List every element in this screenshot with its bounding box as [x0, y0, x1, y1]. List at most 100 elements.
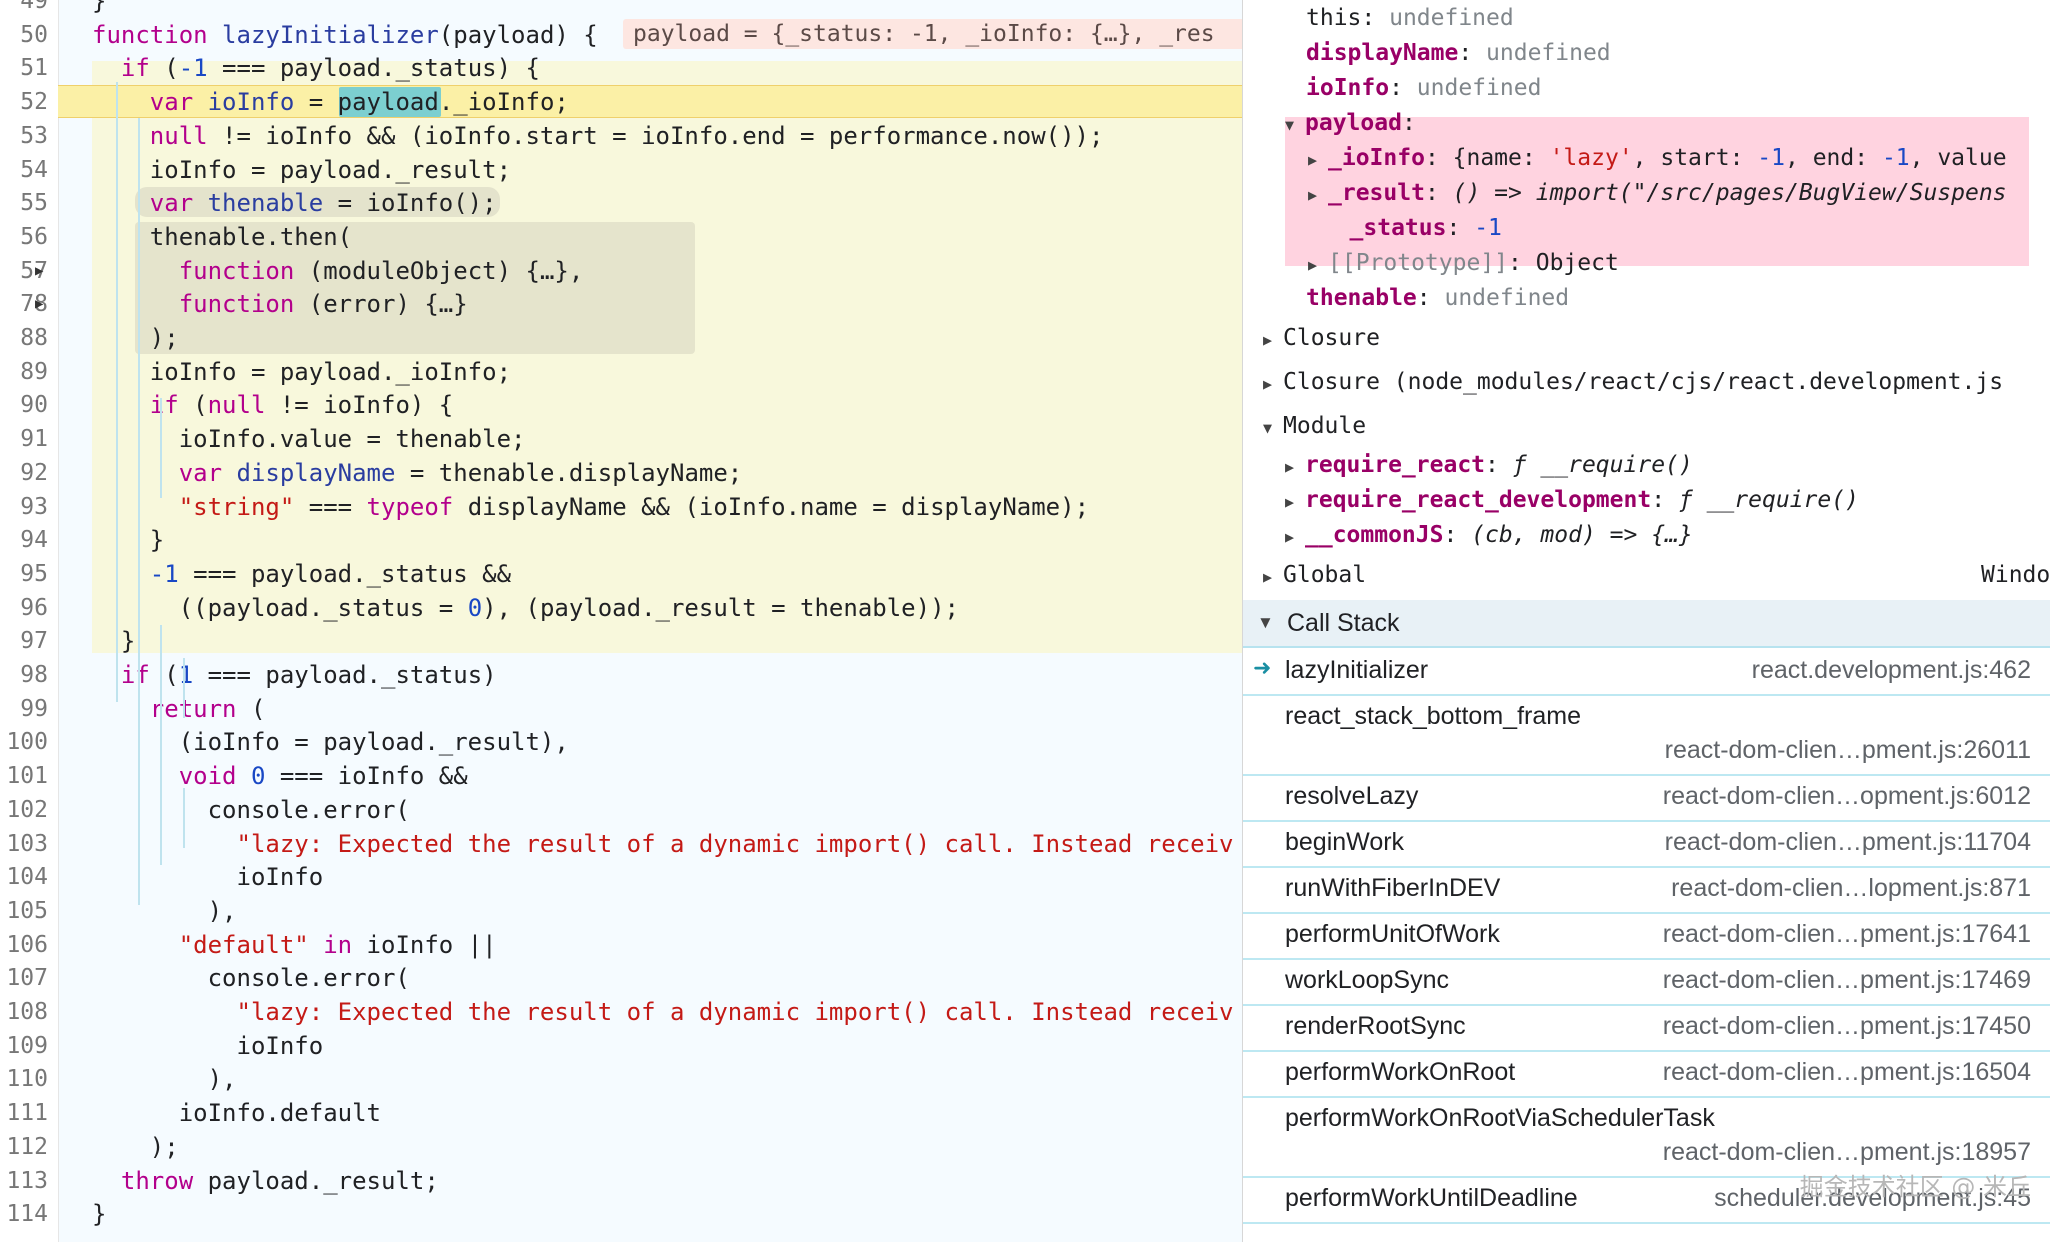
callstack-frame[interactable]: performUnitOfWork react-dom-clien…pment.j… — [1243, 912, 2050, 960]
line-number[interactable]: 108 — [0, 995, 48, 1029]
line-number[interactable]: 92 — [0, 456, 48, 490]
code-line[interactable]: 104 ioInfo — [0, 860, 1242, 894]
line-number[interactable]: 104 — [0, 860, 48, 894]
line-number[interactable]: 109 — [0, 1029, 48, 1063]
line-number[interactable]: 111 — [0, 1096, 48, 1130]
code-line[interactable]: 94 } — [0, 523, 1242, 557]
code-line[interactable]: 90 if (null != ioInfo) { — [0, 388, 1242, 422]
code-line[interactable]: 107 console.error( — [0, 961, 1242, 995]
callstack-header[interactable]: ▼ Call Stack — [1243, 600, 2050, 648]
line-number[interactable]: 90 — [0, 388, 48, 422]
code-line[interactable]: 103 "lazy: Expected the result of a dyna… — [0, 827, 1242, 861]
code-editor[interactable]: payload = {_status: -1, _ioInfo: {…}, _r… — [0, 0, 1242, 1242]
chevron-right-icon[interactable]: ▶ — [1308, 248, 1328, 282]
line-number[interactable]: 107 — [0, 961, 48, 995]
code-line[interactable]: 54 ioInfo = payload._result; — [0, 153, 1242, 187]
code-line[interactable]: 89 ioInfo = payload._ioInfo; — [0, 355, 1242, 389]
callstack-frame[interactable]: performWorkOnRoot react-dom-clien…pment.j… — [1243, 1050, 2050, 1098]
module-property[interactable]: ▶ __commonJS: (cb, mod) => {…} — [1285, 518, 1693, 552]
scope-closure[interactable]: ▶ Closure (node_modules/react/cjs/react.d… — [1263, 365, 2003, 399]
chevron-right-icon[interactable]: ▶ — [1308, 178, 1328, 212]
callstack-frame[interactable]: ➜ lazyInitializer react.development.js:462 — [1243, 648, 2050, 696]
line-number[interactable]: 113 — [0, 1164, 48, 1198]
code-line[interactable]: 93 "string" === typeof displayName && (i… — [0, 490, 1242, 524]
callstack-frame[interactable]: react_stack_bottom_frame react-dom-clien…… — [1243, 694, 2050, 776]
line-number[interactable]: 95 — [0, 557, 48, 591]
line-number[interactable]: 54 — [0, 153, 48, 187]
code-line[interactable]: 53 null != ioInfo && (ioInfo.start = ioI… — [0, 119, 1242, 153]
scope-module[interactable]: ▼ Module — [1263, 409, 1366, 443]
line-number[interactable]: 51 — [0, 51, 48, 85]
line-number[interactable]: 49 — [0, 0, 48, 18]
payload-property[interactable]: ▶ [[Prototype]]: Object — [1308, 246, 1619, 280]
code-line[interactable]: 113 throw payload._result; — [0, 1164, 1242, 1198]
scope-variable[interactable]: ioInfo: undefined — [1306, 71, 1541, 105]
chevron-right-icon[interactable]: ▶ — [1263, 560, 1283, 594]
code-line[interactable]: 100 (ioInfo = payload._result), — [0, 725, 1242, 759]
line-number[interactable]: 97 — [0, 624, 48, 658]
fold-expand-icon[interactable]: ▶ — [35, 254, 43, 288]
code-line[interactable]: 98 if (1 === payload._status) — [0, 658, 1242, 692]
code-line[interactable]: 49} — [0, 0, 1242, 18]
code-line[interactable]: 96 ((payload._status = 0), (payload._res… — [0, 591, 1242, 625]
scope-variable[interactable]: this: undefined — [1306, 1, 1514, 35]
line-number[interactable]: 100 — [0, 725, 48, 759]
code-line[interactable]: 106 "default" in ioInfo || — [0, 928, 1242, 962]
code-line[interactable]: 56 thenable.then( — [0, 220, 1242, 254]
line-number[interactable]: 89 — [0, 355, 48, 389]
code-line[interactable]: 101 void 0 === ioInfo && — [0, 759, 1242, 793]
callstack-frame[interactable]: runWithFiberInDEV react-dom-clien…lopment… — [1243, 866, 2050, 914]
line-number[interactable]: 98 — [0, 658, 48, 692]
line-number[interactable]: 112 — [0, 1130, 48, 1164]
line-number[interactable]: 93 — [0, 490, 48, 524]
chevron-right-icon[interactable]: ▶ — [1285, 450, 1305, 484]
chevron-right-icon[interactable]: ▶ — [1285, 485, 1305, 519]
line-number[interactable]: 88 — [0, 321, 48, 355]
code-line[interactable]: 88 ); — [0, 321, 1242, 355]
code-line[interactable]: 92 var displayName = thenable.displayNam… — [0, 456, 1242, 490]
code-line[interactable]: 102 console.error( — [0, 793, 1242, 827]
line-number[interactable]: 94 — [0, 523, 48, 557]
line-number[interactable]: 53 — [0, 119, 48, 153]
code-line[interactable]: 111 ioInfo.default — [0, 1096, 1242, 1130]
code-line[interactable]: 112 ); — [0, 1130, 1242, 1164]
callstack-frame[interactable]: performWorkOnRootViaSchedulerTask react-d… — [1243, 1096, 2050, 1178]
code-line[interactable]: 52 var ioInfo = payload._ioInfo; — [0, 85, 1242, 119]
payload-property[interactable]: ▶ _ioInfo: {name: 'lazy', start: -1, end:… — [1308, 141, 2007, 175]
code-line[interactable]: 57 ▶ function (moduleObject) {…}, — [0, 254, 1242, 288]
scope-closure[interactable]: ▶ Closure — [1263, 321, 1380, 355]
callstack-frame[interactable]: renderRootSync react-dom-clien…pment.js:1… — [1243, 1004, 2050, 1052]
chevron-down-icon[interactable]: ▼ — [1263, 411, 1283, 445]
line-number[interactable]: 106 — [0, 928, 48, 962]
line-number[interactable]: 105 — [0, 894, 48, 928]
scope-global[interactable]: ▶ Global — [1263, 558, 1366, 592]
code-line[interactable]: 51 if (-1 === payload._status) { — [0, 51, 1242, 85]
code-line[interactable]: 109 ioInfo — [0, 1029, 1242, 1063]
payload-property[interactable]: _status: -1 — [1308, 211, 1502, 245]
line-number[interactable]: 91 — [0, 422, 48, 456]
scope-variable[interactable]: displayName: undefined — [1306, 36, 1611, 70]
code-line[interactable]: 110 ), — [0, 1062, 1242, 1096]
chevron-right-icon[interactable]: ▶ — [1285, 520, 1305, 554]
line-number[interactable]: 52 — [0, 85, 48, 119]
callstack-frame[interactable]: resolveLazy react-dom-clien…opment.js:601… — [1243, 774, 2050, 822]
code-line[interactable]: 91 ioInfo.value = thenable; — [0, 422, 1242, 456]
code-line[interactable]: 99 return ( — [0, 692, 1242, 726]
code-line[interactable]: 108 "lazy: Expected the result of a dyna… — [0, 995, 1242, 1029]
line-number[interactable]: 99 — [0, 692, 48, 726]
chevron-right-icon[interactable]: ▶ — [1263, 323, 1283, 357]
line-number[interactable]: 114 — [0, 1197, 48, 1231]
code-line[interactable]: 55 var thenable = ioInfo(); — [0, 186, 1242, 220]
line-number[interactable]: 56 — [0, 220, 48, 254]
code-line[interactable]: 114} — [0, 1197, 1242, 1231]
code-line[interactable]: 105 ), — [0, 894, 1242, 928]
line-number[interactable]: 103 — [0, 827, 48, 861]
callstack-frame[interactable]: workLoopSync react-dom-clien…pment.js:174… — [1243, 958, 2050, 1006]
line-number[interactable]: 101 — [0, 759, 48, 793]
code-line[interactable]: 97 } — [0, 624, 1242, 658]
payload-property[interactable]: ▶ _result: () => import("/src/pages/BugVi… — [1308, 176, 2007, 210]
line-number[interactable]: 102 — [0, 793, 48, 827]
line-number[interactable]: 55 — [0, 186, 48, 220]
code-line[interactable]: 95 -1 === payload._status && — [0, 557, 1242, 591]
fold-expand-icon[interactable]: ▶ — [35, 287, 43, 321]
